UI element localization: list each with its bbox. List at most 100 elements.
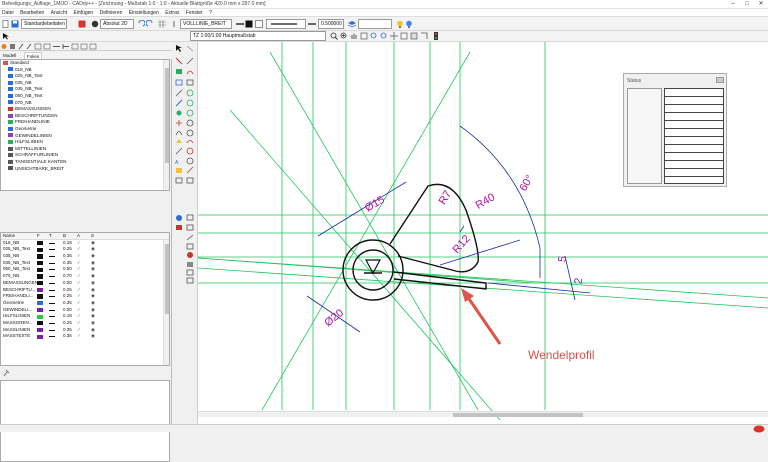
eye-icon[interactable]: ◉ [91,280,95,287]
tree-item[interactable]: Geometrie [1,126,169,133]
eye-icon[interactable]: ◉ [91,313,95,320]
maximize-button[interactable]: □ [740,0,754,9]
linetype-icon[interactable] [49,269,55,271]
layer-stack-icon[interactable] [348,20,356,28]
eye-icon[interactable]: ◉ [91,246,95,253]
checkmark-icon[interactable]: ✓ [77,266,81,273]
pin-icon[interactable] [2,369,10,377]
eye-icon[interactable]: ◉ [91,266,95,273]
tree-item[interactable]: BEMASSUNGEN [1,106,169,113]
status-close-button[interactable] [716,77,724,83]
linetype-icon[interactable] [49,242,55,244]
eye-icon[interactable]: ◉ [91,300,95,307]
eye-icon[interactable]: ◉ [91,260,95,267]
tree-item[interactable]: 018_NB [1,67,169,74]
checkmark-icon[interactable]: ✓ [77,260,81,267]
checkmark-icon[interactable]: ✓ [77,333,81,340]
minimize-button[interactable]: – [726,0,740,9]
line-preview[interactable] [266,19,306,29]
color-swatch[interactable] [37,247,43,252]
fit-view-icon[interactable] [390,32,398,40]
rulers-icon[interactable] [420,32,428,40]
eye-icon[interactable]: ◉ [91,253,95,260]
canvas-horizontal-scrollbar[interactable] [198,411,768,417]
linetype-icon[interactable] [49,322,55,324]
grid-icon[interactable] [158,20,166,28]
eye-icon[interactable]: ◉ [91,333,95,340]
tree-item[interactable]: 035_NB_Text [1,86,169,93]
tree-item[interactable]: 070_NB [1,100,169,107]
redo-icon[interactable] [146,20,154,28]
traffic-light-icon[interactable] [432,32,440,40]
table-row[interactable]: BESCHRIFTU... 0.25 ✓ ◉ [1,287,169,294]
color-swatch[interactable] [37,314,43,319]
table-row[interactable]: HILFSLINIEN 0.18 ✓ ◉ [1,313,169,320]
checkmark-icon[interactable]: ✓ [77,293,81,300]
eye-icon[interactable]: ◉ [91,327,95,334]
zoom-in-icon[interactable] [370,32,378,40]
checkmark-icon[interactable]: ✓ [77,280,81,287]
menu-ansicht[interactable]: Ansicht [51,9,67,17]
status-window[interactable]: Status [623,73,727,187]
checkmark-icon[interactable]: ✓ [77,300,81,307]
color-swatch[interactable] [37,281,43,286]
tree-item[interactable]: MITTELLINIEN [1,146,169,153]
more-options-icon[interactable] [170,20,178,28]
tree-item[interactable]: 035_NB [1,80,169,87]
menu-help[interactable]: ? [209,9,212,17]
table-row[interactable]: 070_NB 0.70 ✓ ◉ [1,273,169,280]
table-row[interactable]: 035_NB_Text 0.35 ✓ ◉ [1,260,169,267]
table-row[interactable]: FREIHANDLI... 0.25 ✓ ◉ [1,293,169,300]
linetype-icon[interactable] [49,336,55,338]
previous-view-icon[interactable] [400,32,408,40]
linetype-icon[interactable] [49,302,55,304]
tree-scrollbar[interactable] [163,60,169,190]
color-swatch[interactable] [37,294,43,299]
tree-item[interactable]: HILFSLINIEN [1,139,169,146]
color-swatch[interactable] [37,261,43,266]
eye-icon[interactable]: ◉ [91,240,95,247]
eye-icon[interactable]: ◉ [91,293,95,300]
linestyle-icon[interactable] [236,20,244,28]
tree-item[interactable]: TANGENTIALE KANTEN [1,159,169,166]
linetype-icon[interactable] [49,256,55,258]
table-row[interactable]: 035_NB 0.35 ✓ ◉ [1,253,169,260]
linetype-icon[interactable] [49,316,55,318]
empty-select[interactable] [358,19,392,29]
close-button[interactable]: ✕ [754,0,768,9]
color-swatch[interactable] [37,274,43,279]
table-row[interactable]: MASSGREN... 0.25 ✓ ◉ [1,320,169,327]
save-icon[interactable] [11,20,19,28]
tab-modell[interactable]: Modell [1,52,18,59]
table-row[interactable]: 050_NB_Text 0.50 ✓ ◉ [1,266,169,273]
linetype-icon[interactable] [49,282,55,284]
menu-einstellungen[interactable]: Einstellungen [129,9,159,17]
coordinate-mode-select[interactable]: Absolut 2D [100,19,134,29]
pan-hand-icon[interactable] [350,32,358,40]
checkmark-icon[interactable]: ✓ [77,307,81,314]
color-swatch[interactable] [37,287,43,292]
table-row[interactable]: 018_NB 0.18 ✓ ◉ [1,240,169,247]
color-swatch[interactable] [37,334,43,339]
color-swatch[interactable] [37,240,43,246]
linetype-icon[interactable] [49,329,55,331]
eye-icon[interactable]: ◉ [91,320,95,327]
tool-icons[interactable]: A [175,45,194,284]
grid-scrollbar[interactable] [163,239,169,365]
color-swatch[interactable] [37,254,43,259]
linetype-icon[interactable] [49,262,55,264]
color-black-icon[interactable] [245,20,253,28]
color-swatch[interactable] [37,307,43,313]
tab-folien[interactable]: Folien [24,52,43,59]
linetype-icon[interactable] [49,249,55,251]
linetype-icon[interactable] [49,289,55,291]
checkmark-icon[interactable]: ✓ [77,313,81,320]
color-swatch[interactable] [37,301,43,306]
linetype-icon[interactable] [49,296,55,298]
menu-datei[interactable]: Datei [2,9,14,17]
eye-icon[interactable]: ◉ [91,307,95,314]
linetype-icon[interactable] [49,276,55,278]
table-row[interactable]: Geometrie 0.35 ✓ ◉ [1,300,169,307]
menu-einfuegen[interactable]: Einfügen [73,9,93,17]
zoom-window-icon[interactable] [330,32,338,40]
